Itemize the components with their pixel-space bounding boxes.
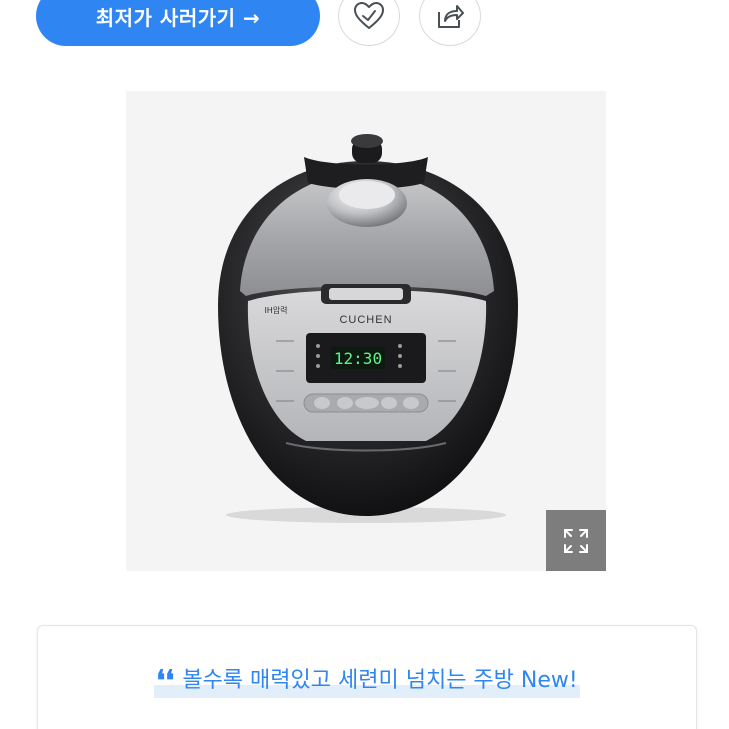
brand-logo: CUCHEN [339, 314, 392, 326]
quote-card: ❛❛ 볼수록 매력있고 세련미 넘치는 주방 New! [37, 625, 697, 729]
expand-icon [564, 528, 588, 553]
quote-highlight: ❛❛ 볼수록 매력있고 세련미 넘치는 주방 New! [154, 664, 580, 698]
heart-check-icon [354, 2, 384, 29]
quote-line: ❛❛ 볼수록 매력있고 세련미 넘치는 주방 New! [38, 664, 696, 698]
cooker-display-time: 12:30 [334, 349, 382, 368]
quote-text: 볼수록 매력있고 세련미 넘치는 주방 New! [182, 668, 578, 693]
rice-cooker-product-image: CUCHEN IH압력 12:30 [218, 134, 518, 523]
ih-badge: IH압력 [264, 305, 287, 315]
buy-button-label: 최저가 사러가기 → [95, 5, 261, 30]
share-button[interactable] [419, 0, 481, 46]
buy-lowest-price-button[interactable]: 최저가 사러가기 → [36, 0, 320, 46]
product-image-frame[interactable]: CUCHEN IH압력 12:30 [126, 91, 606, 571]
like-button[interactable] [338, 0, 400, 46]
product-page: 최저가 사러가기 → CUCHEN IH압력 12:30 ❛❛ 볼수록 매력있고… [0, 0, 729, 729]
quote-mark-icon: ❛❛ [156, 664, 175, 697]
share-icon [438, 5, 464, 28]
expand-image-button[interactable] [546, 510, 606, 571]
